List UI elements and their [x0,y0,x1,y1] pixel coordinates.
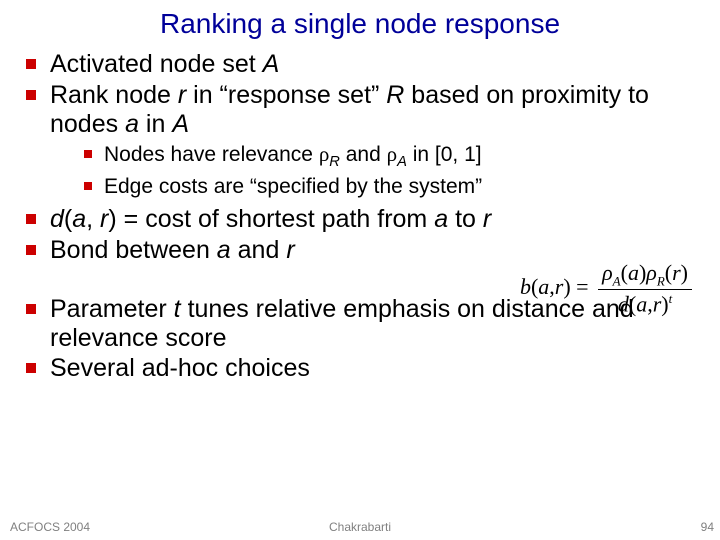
footer-author: Chakrabarti [329,520,391,534]
var-r: r [286,236,294,264]
bullet-activated-set: Activated node set A [20,50,710,79]
text: = cost of shortest path from [117,205,435,233]
var-r: r [483,205,491,233]
text: Parameter [50,295,174,323]
text: Nodes have relevance [104,143,319,166]
text: ) [108,205,116,233]
sub-R: R [657,273,665,288]
bullet-list: Activated node set A Rank node r in “res… [20,50,710,265]
bullet-rank-node: Rank node r in “response set” R based on… [20,81,710,200]
var-a: a [628,260,639,285]
sup-t: t [669,291,673,306]
sub-A: A [397,154,407,170]
footer-conference: ACFOCS 2004 [10,520,90,534]
rho: ρ [387,142,397,166]
var-a: a [636,292,647,317]
var-d: d [618,292,629,317]
var-a: a [125,110,139,138]
lhs-b: b [520,274,531,299]
sub-A: A [613,273,621,288]
paren: ) [661,292,668,317]
equals: = [571,274,594,299]
var-r: r [178,81,186,109]
bond-formula: b(a,r) = ρA(a)ρR(r)d(a,r)t [520,262,692,316]
paren: ) [681,260,688,285]
sub-R: R [329,154,340,170]
var-a: a [217,236,231,264]
paren: ( [621,260,628,285]
text: Edge costs are “specified by the system” [104,175,482,198]
footer-page-number: 94 [701,520,714,534]
var-t: t [174,295,181,323]
slide-content: Activated node set A Rank node r in “res… [0,50,720,383]
var-a: a [72,205,86,233]
text: Rank node [50,81,178,109]
text: ( [64,205,72,233]
text: and [340,143,387,166]
text: Activated node set [50,50,263,78]
text: in [0, 1] [407,143,482,166]
text: in “response set” [186,81,386,109]
text: Bond between [50,236,217,264]
numerator: ρA(a)ρR(r) [598,262,692,290]
text: Several ad-hoc choices [50,354,310,382]
var-r: r [672,260,681,285]
rho: ρ [319,142,329,166]
denominator: d(a,r)t [598,290,692,315]
var-A: A [172,110,189,138]
sub-bullet-list: Nodes have relevance ρR and ρA in [0, 1]… [50,142,710,199]
rho: ρ [602,260,613,285]
text: and [231,236,287,264]
bullet-distance: d(a, r) = cost of shortest path from a t… [20,205,710,234]
bullet-edge-costs: Edge costs are “specified by the system” [50,174,710,199]
slide-title: Ranking a single node response [0,0,720,50]
text: , [86,205,100,233]
var-r: r [653,292,662,317]
rho: ρ [646,260,657,285]
var-d: d [50,205,64,233]
var-a: a [538,274,549,299]
paren: ( [665,260,672,285]
text: in [139,110,172,138]
var-A: A [263,50,280,78]
var-a: a [434,205,448,233]
fraction: ρA(a)ρR(r)d(a,r)t [598,262,692,316]
paren: ) [563,274,570,299]
text: to [448,205,483,233]
var-R: R [386,81,404,109]
bullet-relevance: Nodes have relevance ρR and ρA in [0, 1] [50,142,710,172]
bullet-adhoc: Several ad-hoc choices [20,354,710,383]
